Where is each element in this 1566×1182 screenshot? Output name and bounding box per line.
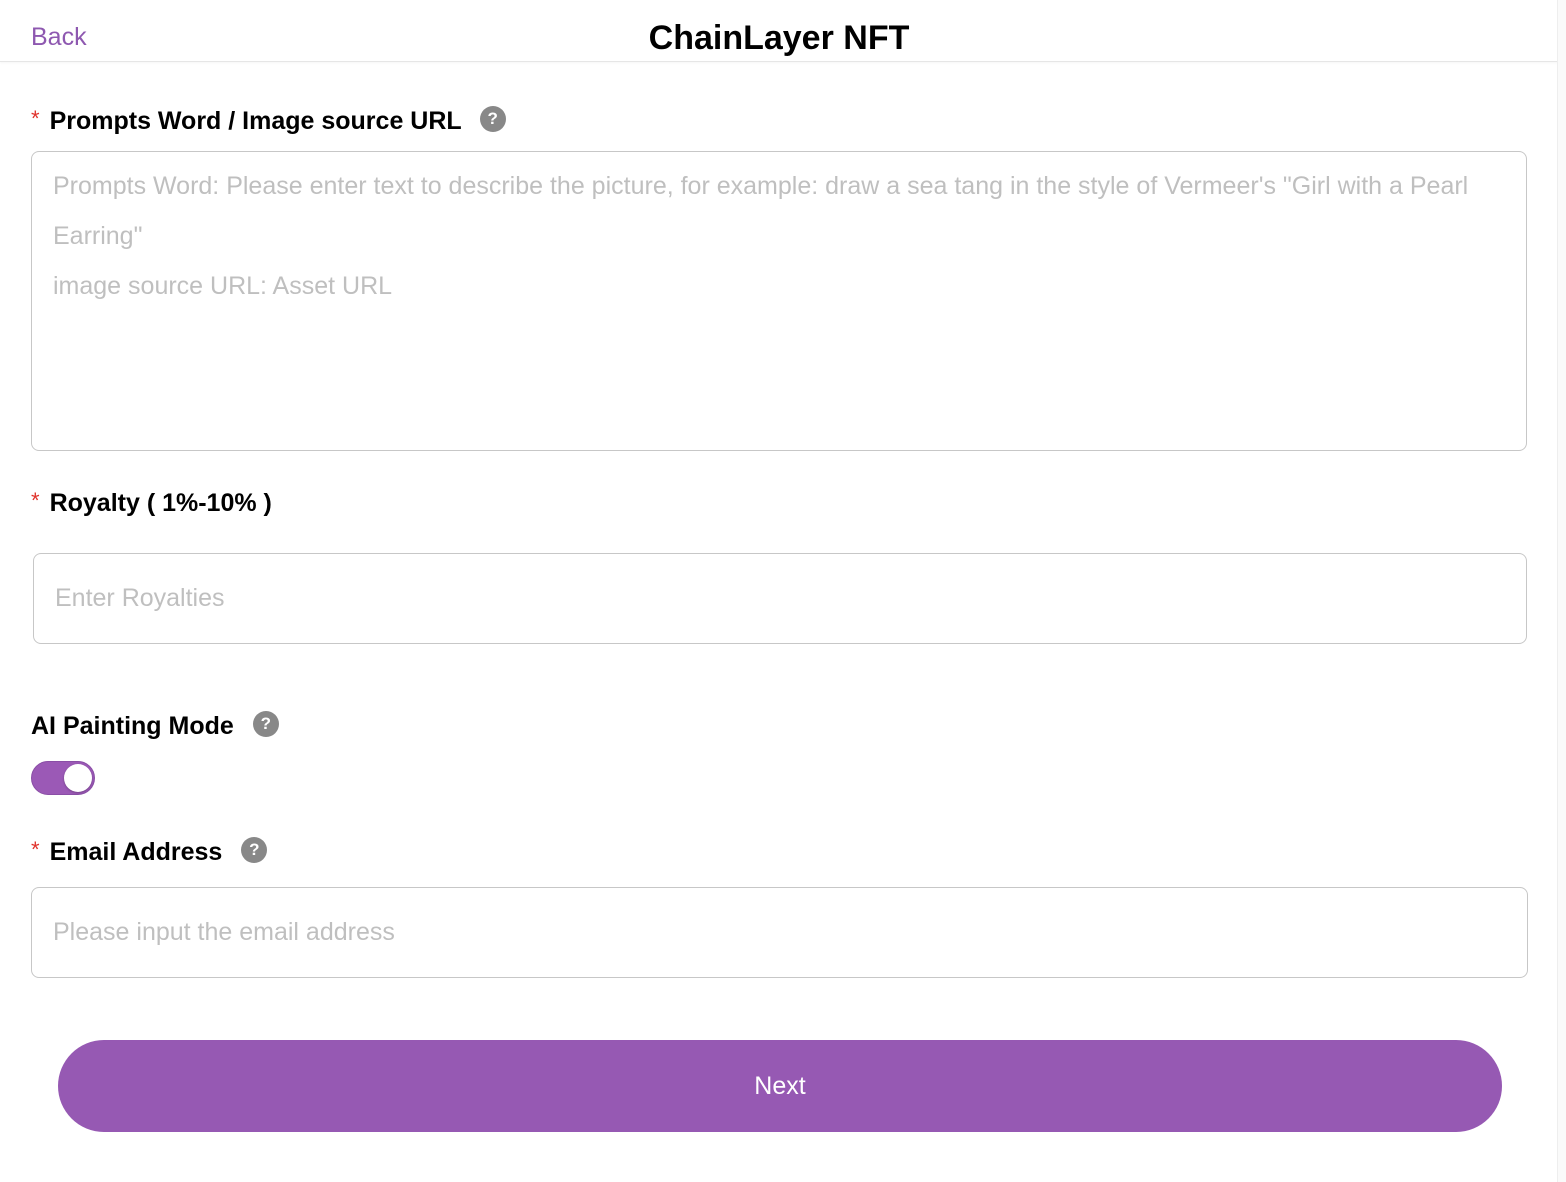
royalty-input[interactable]: Enter Royalties [33, 553, 1527, 644]
ai-painting-mode-label-text: AI Painting Mode [31, 712, 234, 740]
ai-painting-mode-toggle[interactable] [31, 761, 95, 795]
page-title: ChainLayer NFT [648, 19, 910, 57]
ai-painting-mode-label: AI Painting Mode ? [31, 710, 279, 742]
help-icon[interactable]: ? [479, 106, 506, 132]
required-mark: * [31, 488, 40, 513]
scrollbar-gutter[interactable] [1557, 0, 1566, 1182]
prompt-textarea[interactable]: Prompts Word: Please enter text to descr… [31, 151, 1527, 451]
next-button[interactable]: Next [58, 1040, 1502, 1132]
header-bar: Back ChainLayer NFT [0, 0, 1558, 62]
prompt-placeholder-line2: image source URL: Asset URL [53, 272, 393, 300]
email-input[interactable]: Please input the email address [31, 887, 1528, 978]
royalty-field-label: * Royalty ( 1%-10% ) [31, 487, 272, 519]
prompt-label-text: Prompts Word / Image source URL [49, 107, 462, 135]
prompt-placeholder-line1: Prompts Word: Please enter text to descr… [53, 172, 1476, 250]
toggle-knob [64, 764, 92, 792]
help-icon[interactable]: ? [252, 711, 279, 737]
page: Back ChainLayer NFT * Prompts Word / Ima… [0, 0, 1566, 1182]
required-mark: * [31, 106, 40, 131]
required-mark: * [31, 837, 40, 862]
royalty-label-text: Royalty ( 1%-10% ) [49, 489, 272, 517]
email-label-text: Email Address [49, 838, 223, 866]
royalty-placeholder: Enter Royalties [55, 584, 225, 612]
help-icon[interactable]: ? [241, 837, 268, 863]
email-placeholder: Please input the email address [53, 918, 395, 946]
email-field-label: * Email Address ? [31, 836, 268, 868]
prompt-field-label: * Prompts Word / Image source URL ? [31, 105, 506, 137]
